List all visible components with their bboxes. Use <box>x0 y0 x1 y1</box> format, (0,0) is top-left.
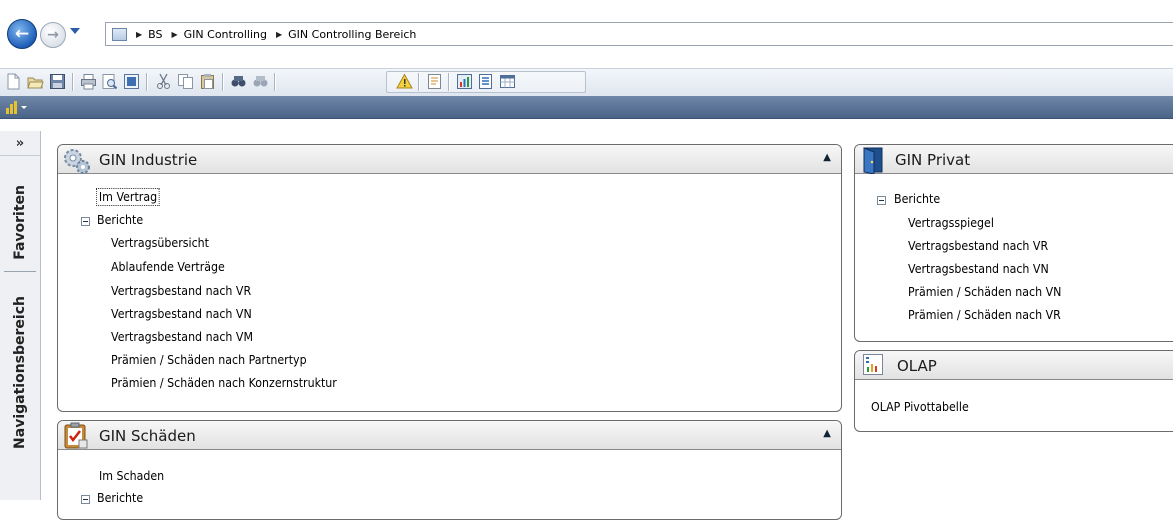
tab-navigationsbereich[interactable]: Navigationsbereich <box>4 271 36 472</box>
panel-header[interactable]: GIN Industrie ▲ <box>58 145 841 174</box>
tree-item[interactable]: Vertragsbestand nach VN <box>908 262 1049 276</box>
history-dropdown-icon[interactable] <box>70 28 80 34</box>
clipboard-check-icon <box>64 422 88 449</box>
print-preview-icon[interactable] <box>101 73 118 90</box>
panel-title: GIN Schäden <box>99 427 196 445</box>
chart-menu-button[interactable] <box>5 99 41 115</box>
navigation-sidebar: » Favoriten Navigationsbereich <box>0 131 41 500</box>
bar-chart-icon <box>6 101 27 114</box>
panel-gin-schaeden: GIN Schäden ▲ Im Schaden Berichte <box>57 420 842 520</box>
toolbar-separator <box>418 73 420 91</box>
location-icon <box>112 27 127 41</box>
tree-item[interactable]: Prämien / Schäden nach Konzernstruktur <box>111 376 337 390</box>
breadcrumb-item-bs[interactable]: BS <box>148 28 162 41</box>
panel-title: GIN Privat <box>895 151 971 169</box>
chart-report-icon[interactable] <box>456 73 473 90</box>
toolbar-separator <box>72 73 74 91</box>
table-icon[interactable] <box>499 73 516 90</box>
tree-item-im-vertrag[interactable]: Im Vertrag <box>96 188 160 206</box>
panel-title: OLAP <box>897 357 937 375</box>
toolbar-separator <box>274 73 276 91</box>
open-folder-icon[interactable] <box>27 73 44 90</box>
cut-icon[interactable] <box>155 73 172 90</box>
back-arrow-icon: ← <box>14 24 30 44</box>
tree-item-olap-pivottabelle[interactable]: OLAP Pivottabelle <box>871 400 969 414</box>
panel-gin-privat: GIN Privat Berichte Vertragsspiegel Vert… <box>854 144 1173 342</box>
tree-item[interactable]: Ablaufende Verträge <box>111 260 225 274</box>
toolbar-separator <box>146 73 148 91</box>
panel-olap: OLAP OLAP Pivottabelle <box>854 350 1173 432</box>
tab-favoriten[interactable]: Favoriten <box>4 173 36 271</box>
find-next-icon[interactable] <box>252 73 269 90</box>
tree-item[interactable]: Vertragsbestand nach VR <box>908 239 1048 253</box>
tree-item[interactable]: Vertragsbestand nach VN <box>111 307 252 321</box>
breadcrumb-item-gin-controlling-bereich[interactable]: GIN Controlling Bereich <box>288 28 416 41</box>
copy-icon[interactable] <box>177 73 194 90</box>
tree-item[interactable]: Vertragsspiegel <box>908 216 994 230</box>
paste-icon[interactable] <box>199 73 216 90</box>
toolbar-separator <box>448 73 450 91</box>
tree-item[interactable]: Vertragsübersicht <box>111 236 209 250</box>
page-setup-icon[interactable] <box>123 73 140 90</box>
ribbon-strip <box>0 96 1173 119</box>
collapse-tree-icon[interactable] <box>877 196 886 205</box>
collapse-chevron-icon[interactable]: ▲ <box>823 428 831 439</box>
tree-group-berichte[interactable]: Berichte <box>97 491 143 505</box>
forward-arrow-icon: → <box>47 27 59 43</box>
panel-title: GIN Industrie <box>99 151 198 169</box>
tree-group-berichte[interactable]: Berichte <box>894 192 940 206</box>
olap-chart-icon <box>863 354 883 375</box>
breadcrumb-arrow-icon[interactable]: ▶ <box>172 30 178 39</box>
tab-favoriten-label: Favoriten <box>12 184 28 260</box>
panel-gin-industrie: GIN Industrie ▲ Im Vertrag Berichte Vert… <box>57 144 842 412</box>
panel-header[interactable]: OLAP <box>855 351 1173 380</box>
tab-navigationsbereich-label: Navigationsbereich <box>12 295 28 449</box>
tree-item[interactable]: Vertragsbestand nach VM <box>111 330 253 344</box>
tree-item[interactable]: Prämien / Schäden nach VR <box>908 308 1061 322</box>
address-bar: ← → ▶ BS ▶ GIN Controlling ▶ GIN Control… <box>0 0 1173 68</box>
panel-header[interactable]: GIN Schäden ▲ <box>58 421 841 450</box>
back-button[interactable]: ← <box>7 19 37 49</box>
panel-header[interactable]: GIN Privat <box>855 145 1173 174</box>
toolbar <box>0 68 1173 96</box>
alert-icon[interactable] <box>396 73 413 90</box>
tree-group-berichte[interactable]: Berichte <box>97 213 143 227</box>
breadcrumb-arrow-icon[interactable]: ▶ <box>136 30 142 39</box>
breadcrumb[interactable]: ▶ BS ▶ GIN Controlling ▶ GIN Controlling… <box>105 22 1173 46</box>
find-icon[interactable] <box>230 73 247 90</box>
gears-icon <box>64 149 90 174</box>
collapse-tree-icon[interactable] <box>81 217 90 226</box>
print-icon[interactable] <box>80 73 97 90</box>
door-icon <box>863 147 883 174</box>
save-icon[interactable] <box>49 73 66 90</box>
tree-item-im-schaden[interactable]: Im Schaden <box>99 469 164 483</box>
double-chevron-right-icon: » <box>15 135 25 151</box>
expand-sidebar-button[interactable]: » <box>0 131 40 156</box>
breadcrumb-arrow-icon[interactable]: ▶ <box>276 30 282 39</box>
report-icon[interactable] <box>426 73 443 90</box>
toolbar-separator <box>222 73 224 91</box>
tree-item[interactable]: Prämien / Schäden nach Partnertyp <box>111 353 307 367</box>
collapse-chevron-icon[interactable]: ▲ <box>823 152 831 163</box>
tree-item[interactable]: Prämien / Schäden nach VN <box>908 285 1061 299</box>
breadcrumb-item-gin-controlling[interactable]: GIN Controlling <box>184 28 267 41</box>
tree-item[interactable]: Vertragsbestand nach VR <box>111 284 251 298</box>
list-icon[interactable] <box>477 73 494 90</box>
forward-button[interactable]: → <box>40 22 66 48</box>
new-document-icon[interactable] <box>5 73 22 90</box>
